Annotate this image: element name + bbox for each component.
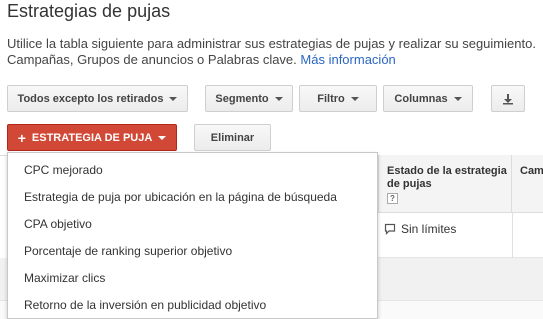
speech-bubble-icon xyxy=(384,223,396,235)
columns-label: Columnas xyxy=(394,92,448,105)
column-header-status[interactable]: Estado de la estrategia de pujas ? xyxy=(378,155,512,213)
filter-label: Filtro xyxy=(317,92,345,105)
chevron-down-icon xyxy=(274,96,283,101)
filter-dropdown[interactable]: Filtro xyxy=(299,85,377,112)
segment-label: Segmento xyxy=(215,92,269,105)
columns-dropdown[interactable]: Columnas xyxy=(383,85,473,112)
status-cell: Sin límites xyxy=(384,222,456,236)
column-header-campaigns[interactable]: Cam xyxy=(512,155,543,213)
status-filter-label: Todos excepto los retirados xyxy=(17,92,164,105)
menu-item-search-page-location[interactable]: Estrategia de puja por ubicación en la p… xyxy=(8,184,377,211)
column-divider xyxy=(512,213,513,258)
column-header-status-label: Estado de la estrategia de pujas xyxy=(387,165,507,190)
delete-label: Eliminar xyxy=(210,131,255,144)
delete-button[interactable]: Eliminar xyxy=(194,124,271,151)
description-text: Utilice la tabla siguiente para administ… xyxy=(7,36,536,67)
segment-dropdown[interactable]: Segmento xyxy=(205,85,293,112)
chevron-down-icon xyxy=(453,96,462,101)
status-text: Sin límites xyxy=(401,222,457,236)
page-description: Utilice la tabla siguiente para administ… xyxy=(7,36,543,68)
menu-item-enhanced-cpc[interactable]: CPC mejorado xyxy=(8,157,377,184)
status-filter-dropdown[interactable]: Todos excepto los retirados xyxy=(7,85,188,112)
more-info-link[interactable]: Más información xyxy=(300,52,395,67)
column-header-campaigns-label: Cam xyxy=(520,165,543,177)
bid-strategy-label: ESTRATEGIA DE PUJA xyxy=(31,131,153,144)
bid-strategy-menu: CPC mejorado Estrategia de puja por ubic… xyxy=(7,152,378,319)
chevron-down-icon xyxy=(169,96,178,101)
menu-item-target-cpa[interactable]: CPA objetivo xyxy=(8,211,377,238)
page-title: Estrategias de pujas xyxy=(7,1,171,21)
plus-icon: + xyxy=(17,129,26,146)
menu-item-maximize-clicks[interactable]: Maximizar clics xyxy=(8,265,377,292)
download-button[interactable] xyxy=(491,85,525,112)
chevron-down-icon xyxy=(158,135,167,140)
bid-strategy-button[interactable]: + ESTRATEGIA DE PUJA xyxy=(7,124,177,151)
menu-item-target-outranking-share[interactable]: Porcentaje de ranking superior objetivo xyxy=(8,238,377,265)
help-icon[interactable]: ? xyxy=(387,193,398,204)
chevron-down-icon xyxy=(350,96,359,101)
menu-item-target-roas[interactable]: Retorno de la inversión en publicidad ob… xyxy=(8,292,377,319)
download-icon xyxy=(503,93,513,104)
